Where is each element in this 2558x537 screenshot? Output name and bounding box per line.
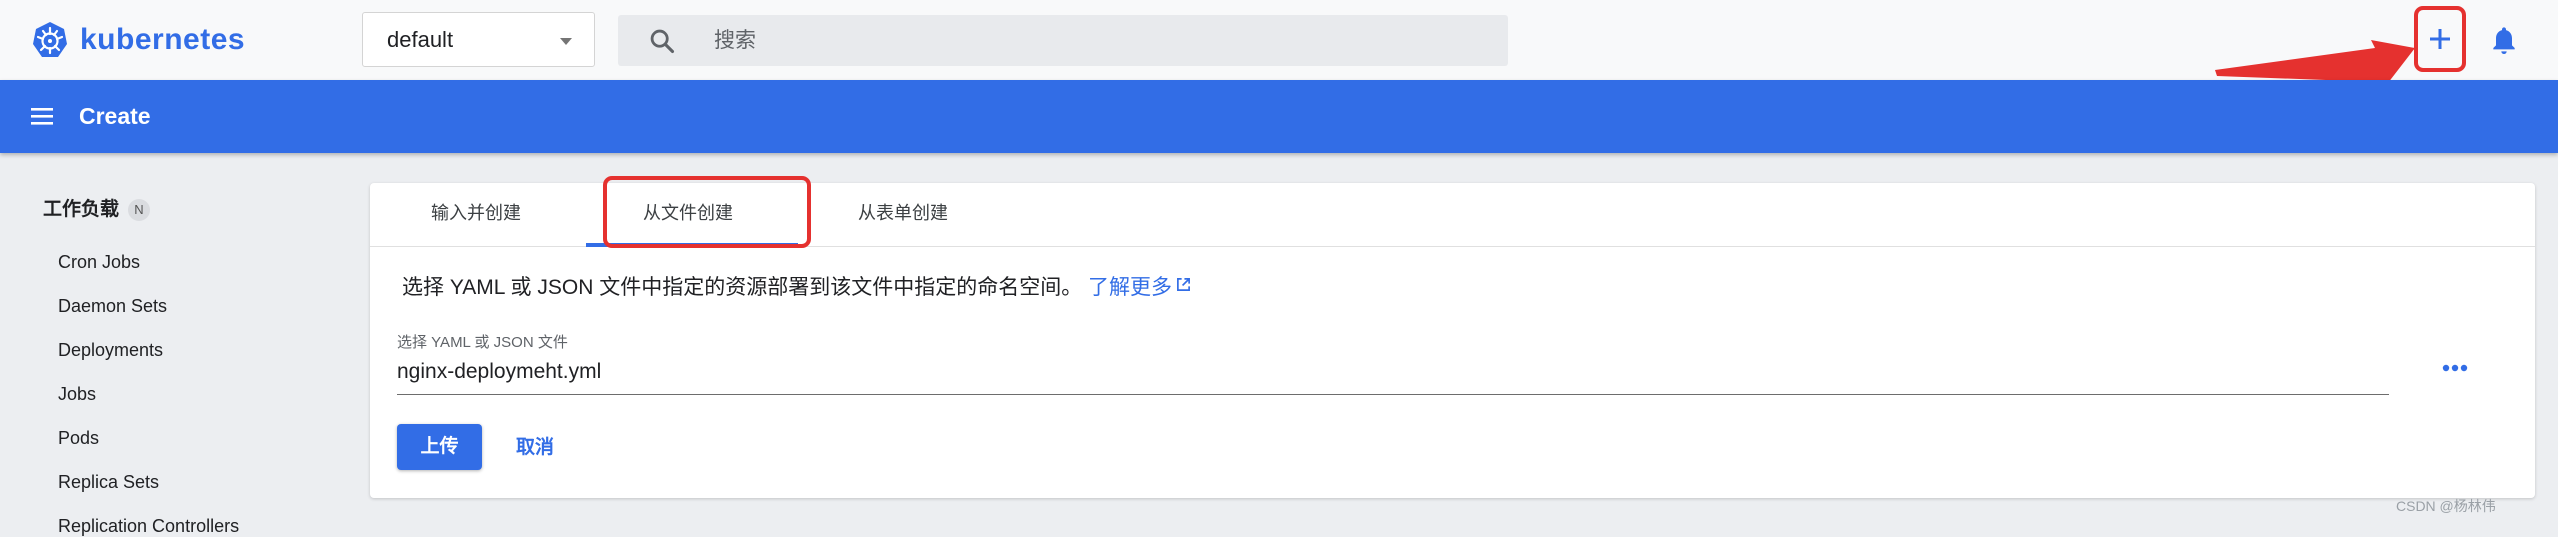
file-field-label: 选择 YAML 或 JSON 文件 <box>397 334 568 351</box>
top-bar: kubernetes default <box>0 0 2558 92</box>
sidebar-item-deployments[interactable]: Deployments <box>58 339 163 361</box>
sidebar-section-workloads[interactable]: 工作负载 <box>43 198 119 222</box>
tab-form-create[interactable]: 从表单创建 <box>858 201 948 225</box>
watermark: CSDN @杨林伟 <box>2396 498 2496 514</box>
annotation-highlight-box <box>603 176 811 248</box>
external-link-icon <box>1177 278 1191 291</box>
tab-bar: 输入并创建 从文件创建 从表单创建 <box>370 176 2535 248</box>
sidebar-item-daemon-sets[interactable]: Daemon Sets <box>58 295 167 317</box>
sidebar-item-pods[interactable]: Pods <box>58 427 99 449</box>
cancel-button[interactable]: 取消 <box>516 436 554 460</box>
sidebar-item-jobs[interactable]: Jobs <box>58 383 96 405</box>
file-field-value[interactable]: nginx-deploymeht.yml <box>397 359 601 385</box>
namespace-badge: N <box>128 199 150 221</box>
upload-button[interactable]: 上传 <box>397 424 482 470</box>
chevron-down-icon <box>560 38 572 45</box>
namespace-select[interactable]: default <box>362 12 595 67</box>
search-icon <box>650 29 675 54</box>
app-name[interactable]: kubernetes <box>80 20 245 60</box>
menu-icon[interactable] <box>29 104 57 128</box>
sidebar-item-replica-sets[interactable]: Replica Sets <box>58 471 159 493</box>
create-button[interactable] <box>2414 6 2466 72</box>
search-bar[interactable] <box>618 15 1508 66</box>
search-input[interactable] <box>714 25 1414 57</box>
sidebar-item-replication-controllers[interactable]: Replication Controllers <box>58 515 239 537</box>
description: 选择 YAML 或 JSON 文件中指定的资源部署到该文件中指定的命名空间。 了… <box>402 274 1191 302</box>
plus-icon <box>2430 29 2450 49</box>
learn-more-link[interactable]: 了解更多 <box>1088 276 1191 299</box>
page-header: Create <box>0 80 2558 153</box>
description-text: 选择 YAML 或 JSON 文件中指定的资源部署到该文件中指定的命名空间。 <box>402 276 1083 299</box>
file-field-underline <box>397 394 2389 395</box>
more-horiz-icon[interactable] <box>2442 363 2468 373</box>
sidebar-item-cron-jobs[interactable]: Cron Jobs <box>58 251 140 273</box>
bell-icon[interactable] <box>2488 24 2520 56</box>
kubernetes-logo-icon[interactable] <box>30 20 70 60</box>
namespace-value: default <box>387 27 454 52</box>
page-title: Create <box>79 103 151 129</box>
create-card: 输入并创建 从文件创建 从表单创建 选择 YAML 或 JSON 文件中指定的资… <box>370 176 2535 498</box>
tab-input-create[interactable]: 输入并创建 <box>431 201 521 225</box>
learn-more-label: 了解更多 <box>1088 276 1173 299</box>
